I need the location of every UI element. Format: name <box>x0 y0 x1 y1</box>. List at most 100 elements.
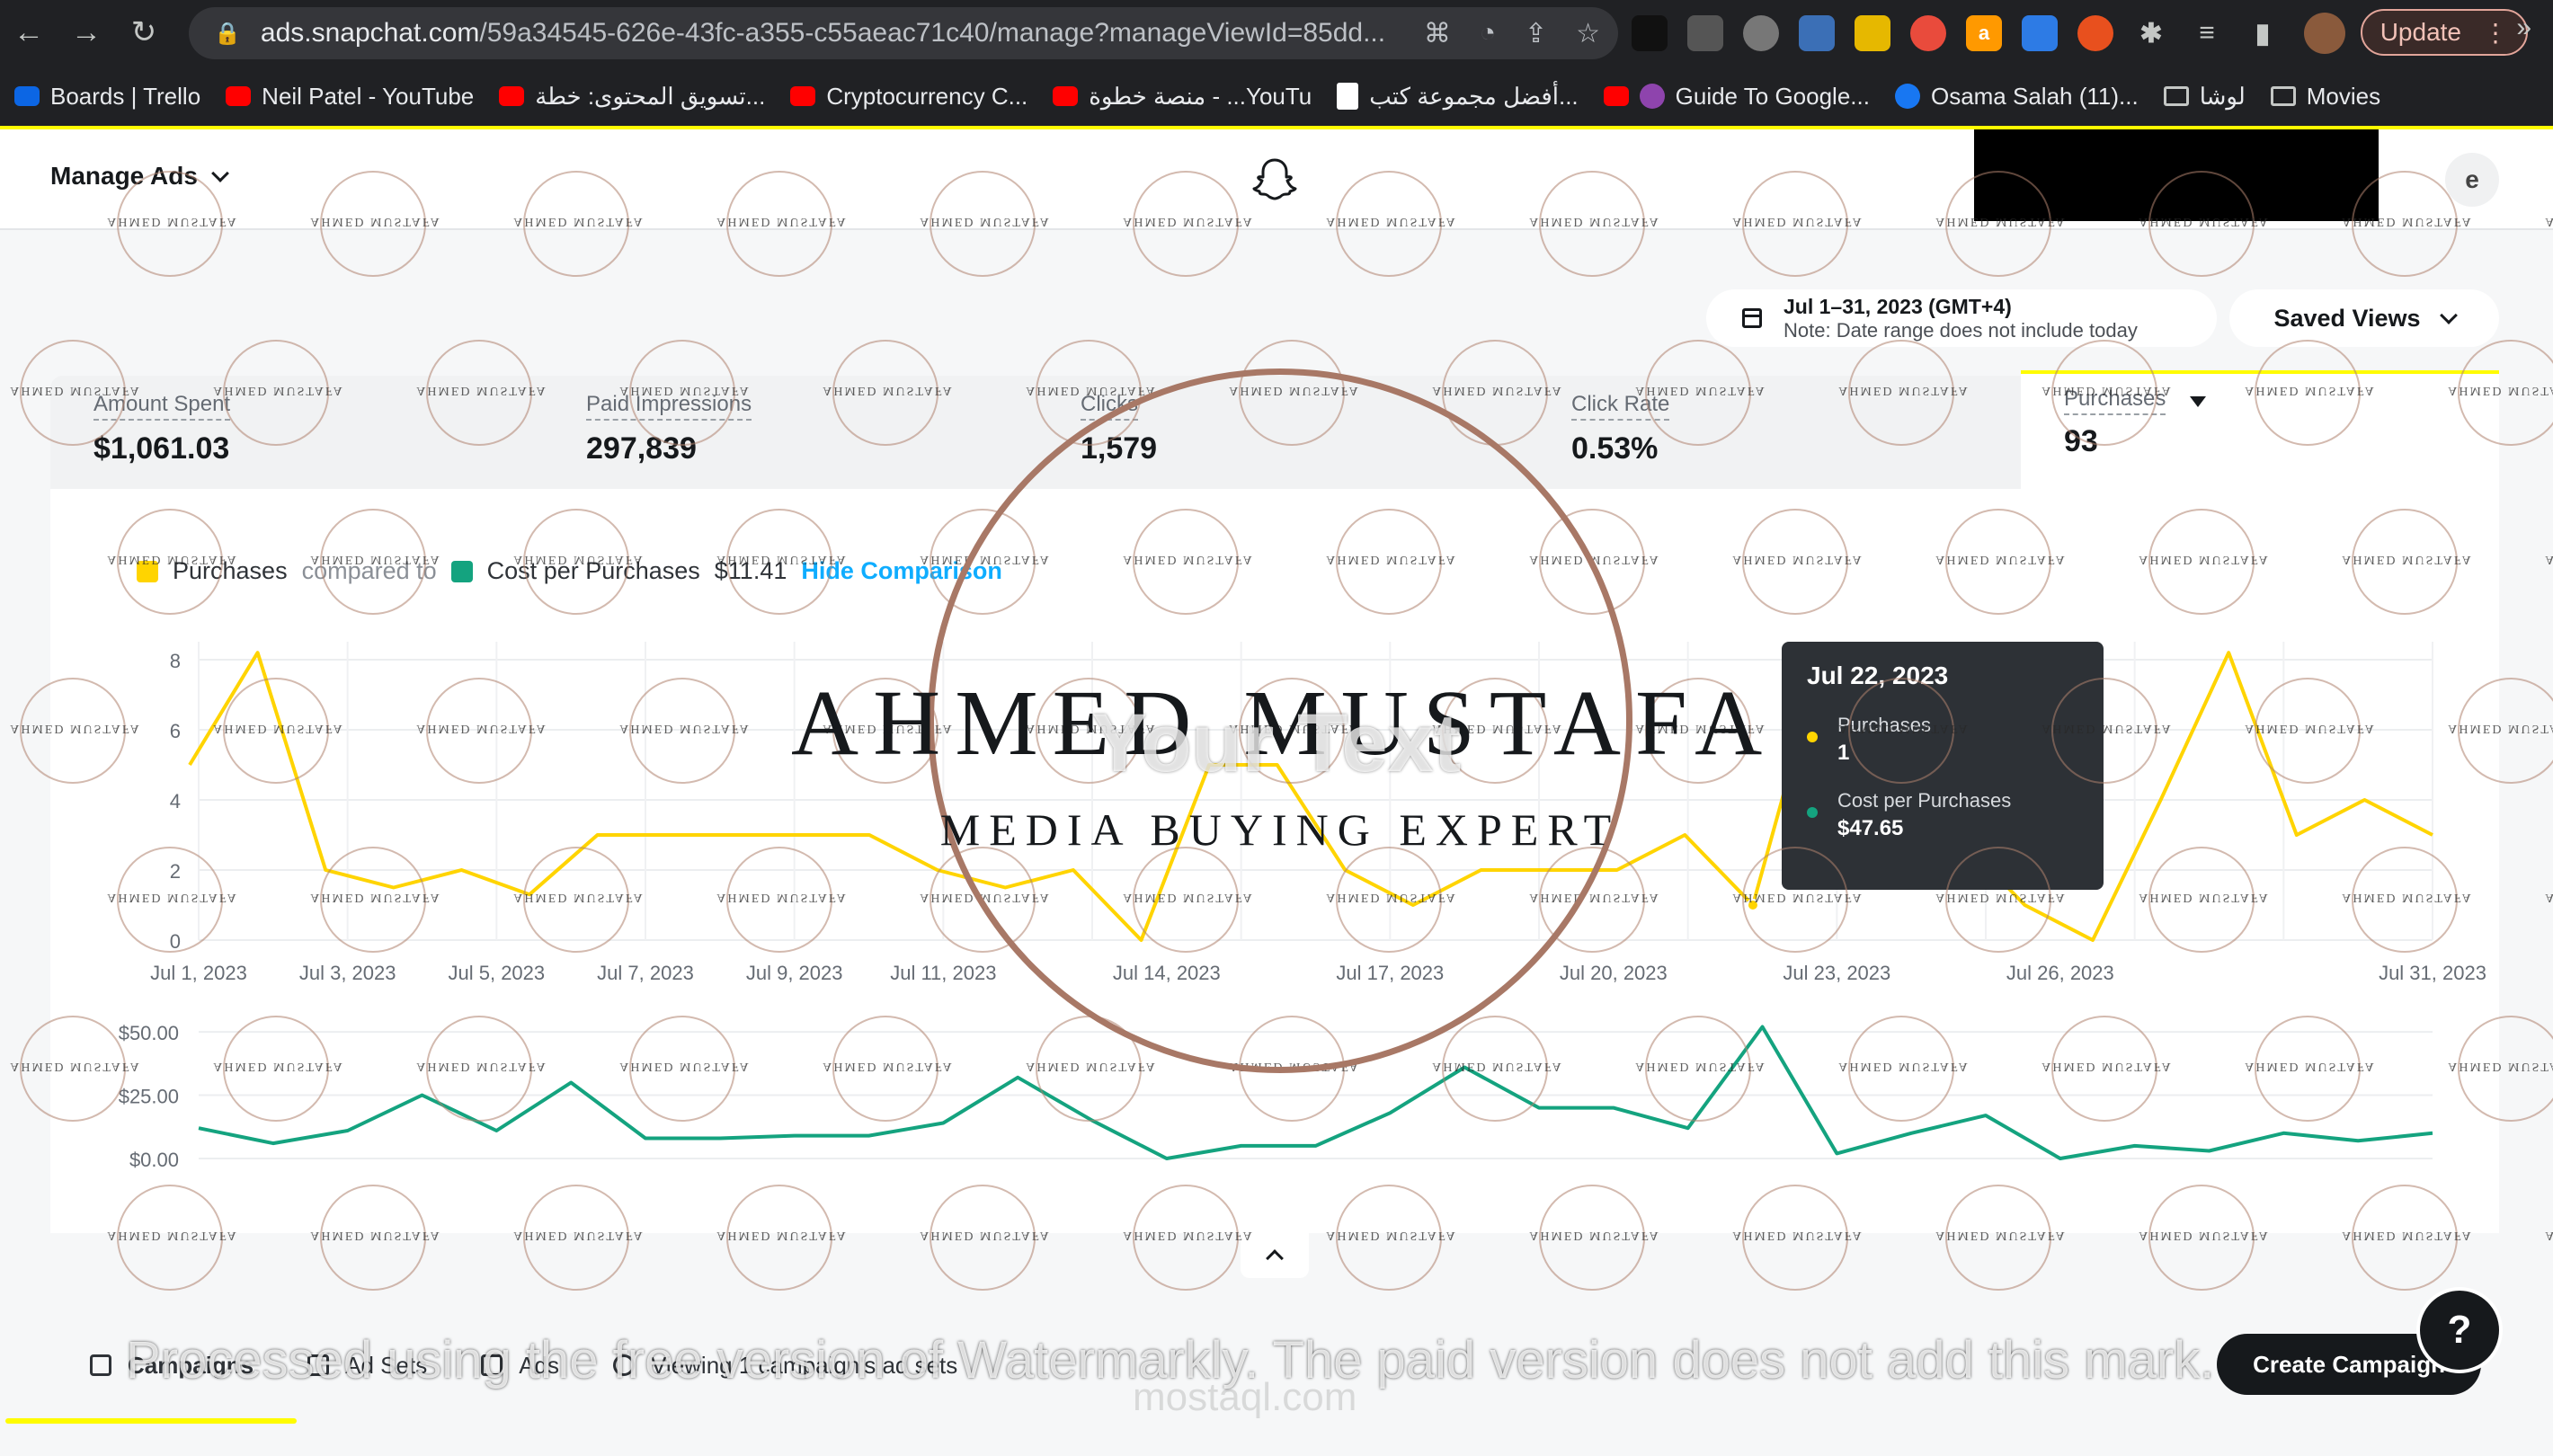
puzzle-icon[interactable]: ✱ <box>2133 15 2169 51</box>
back-icon[interactable]: ← <box>0 4 58 61</box>
youtube-icon <box>1053 86 1079 106</box>
performance-icon[interactable]: ◔ <box>1480 18 1496 49</box>
bookmark-item[interactable]: Neil Patel - YouTube <box>226 83 474 111</box>
tooltip-label: Purchases <box>1837 714 1931 736</box>
fire-extension-icon[interactable] <box>2077 15 2113 51</box>
metric-amount-spent[interactable]: Amount Spent $1,061.03 <box>93 392 231 466</box>
saved-views-dropdown[interactable]: Saved Views <box>2229 289 2499 347</box>
app-header: Manage Ads e <box>0 129 2553 230</box>
extension-icon[interactable] <box>2022 15 2058 51</box>
tab-ads[interactable]: Ads <box>481 1352 559 1380</box>
side-panel-icon[interactable]: ▮ <box>2245 15 2281 51</box>
page-title: Manage Ads <box>50 162 198 190</box>
metric-value: 93 <box>2064 424 2098 458</box>
u-icon <box>1639 84 1665 109</box>
bookmark-label: منصة خطوة - ...YouTu <box>1089 82 1312 110</box>
bookmark-item[interactable]: Cryptocurrency C... <box>790 83 1027 111</box>
cost-dot <box>1807 807 1818 818</box>
watermark-tile-text: AHMED MUSTAFA <box>2530 552 2553 566</box>
url-host: ads.snapchat.com <box>260 18 480 48</box>
bookmark-item[interactable]: منصة خطوة - ...YouTu <box>1053 83 1312 111</box>
x-tick-label: Jul 11, 2023 <box>890 962 996 984</box>
chevron-down-icon <box>2439 306 2458 324</box>
y-tick-label: 0 <box>170 930 181 953</box>
bookmark-label: Boards | Trello <box>50 82 201 110</box>
metric-paid-impressions[interactable]: Paid Impressions 297,839 <box>586 392 752 466</box>
bookmark-item[interactable]: Boards | Trello <box>14 83 200 111</box>
collapse-chart-button[interactable] <box>1241 1231 1309 1278</box>
bookmark-item[interactable]: Osama Salah (11)... <box>1894 83 2139 111</box>
performance-chart[interactable]: 0 2 4 6 8 Jul 1, 2023 Jul 3, 2023 Jul 5, 2023 Ju… <box>50 489 2499 1233</box>
extension-icon[interactable] <box>1855 15 1890 51</box>
media-queue-icon[interactable]: ≡ <box>2189 15 2225 51</box>
metric-value: $1,061.03 <box>93 431 230 466</box>
forward-icon[interactable]: → <box>58 4 115 61</box>
color-extension-icon[interactable] <box>1910 15 1946 51</box>
update-button[interactable]: Update ⋮ <box>2360 9 2528 56</box>
y-tick-label: 6 <box>170 720 181 742</box>
help-button[interactable]: ? <box>2416 1287 2503 1373</box>
x-tick-label: Jul 31, 2023 <box>2379 962 2486 984</box>
watermark-tile-text: AHMED MUSTAFA <box>2530 890 2553 904</box>
user-avatar[interactable]: e <box>2445 153 2499 207</box>
metric-label: Click Rate <box>1571 392 1670 421</box>
metric-label: Clicks <box>1081 392 1138 421</box>
purchases-dot <box>1807 732 1818 742</box>
lock-icon: 🔒 <box>214 21 241 46</box>
ad-icon <box>481 1354 503 1376</box>
folder-icon <box>2163 86 2189 106</box>
x-tick-label: Jul 20, 2023 <box>1560 962 1668 984</box>
trello-icon <box>14 86 40 106</box>
tab-ad-sets[interactable]: Ad Sets <box>307 1352 427 1380</box>
bookmark-folder[interactable]: Movies <box>2270 83 2380 111</box>
reload-icon[interactable]: ↻ <box>115 4 173 61</box>
translate-icon[interactable]: ⌘ <box>1424 18 1451 49</box>
info-icon <box>613 1354 636 1376</box>
y-tick-label: 8 <box>170 650 181 672</box>
metric-value: 1,579 <box>1081 431 1158 466</box>
x-tick-label: Jul 26, 2023 <box>2006 962 2114 984</box>
filter-status: Viewing 1 campaign's ad sets <box>613 1352 957 1380</box>
snapchat-ghost-icon[interactable] <box>1250 155 1300 205</box>
y-tick-label: $25.00 <box>119 1086 179 1108</box>
browser-chrome: ← → ↻ 🔒 ads.snapchat.com /59a34545-626e-… <box>0 0 2553 129</box>
extension-icon[interactable] <box>1632 15 1668 51</box>
url-path: /59a34545-626e-43fc-a355-c55aeac71c40/ma… <box>479 18 1386 48</box>
hover-point-marker <box>1746 899 1759 911</box>
layers-icon <box>307 1354 330 1376</box>
code-extension-icon[interactable] <box>1799 15 1835 51</box>
date-range-picker[interactable]: Jul 1–31, 2023 (GMT+4) Note: Date range … <box>1706 289 2217 347</box>
amazon-extension-icon[interactable]: a <box>1966 15 2002 51</box>
active-tab-underline <box>5 1418 297 1424</box>
tab-campaigns[interactable]: Campaigns <box>90 1352 254 1380</box>
date-range-note: Note: Date range does not include today <box>1784 318 2138 342</box>
x-tick-label: Jul 14, 2023 <box>1113 962 1221 984</box>
chart-panel: Purchases compared to Cost per Purchases… <box>50 489 2499 1233</box>
shield-extension-icon[interactable] <box>1687 15 1723 51</box>
metric-click-rate[interactable]: Click Rate 0.53% <box>1571 392 1670 466</box>
metrics-row: Amount Spent $1,061.03 Paid Impressions … <box>50 370 2499 494</box>
extension-icon[interactable] <box>1743 15 1779 51</box>
bookmark-item[interactable]: Guide To Google... <box>1603 83 1870 111</box>
y-tick-label: 2 <box>170 860 181 883</box>
share-icon[interactable]: ⇪ <box>1525 18 1547 49</box>
bookmark-star-icon[interactable]: ☆ <box>1576 18 1600 49</box>
date-range-text: Jul 1–31, 2023 (GMT+4) Note: Date range … <box>1784 295 2138 342</box>
caret-down-icon[interactable] <box>2189 395 2206 407</box>
manage-ads-menu[interactable]: Manage Ads <box>50 162 229 191</box>
bookmark-folder[interactable]: لوشا <box>2163 83 2246 111</box>
profile-avatar[interactable] <box>2304 13 2345 54</box>
bookmark-item[interactable]: أفضل مجموعة كتب... <box>1337 83 1579 111</box>
metric-purchases[interactable]: Purchases 93 <box>2021 370 2499 494</box>
address-bar[interactable]: 🔒 ads.snapchat.com /59a34545-626e-43fc-a… <box>189 7 1618 59</box>
metric-clicks[interactable]: Clicks 1,579 <box>1081 392 1157 466</box>
bookmark-item[interactable]: تسويق المحتوى: خطة... <box>499 83 765 111</box>
bookmark-label: Cryptocurrency C... <box>826 82 1028 110</box>
tab-label: Campaigns <box>128 1351 254 1379</box>
tooltip-row: Purchases 1 <box>1807 714 2078 766</box>
document-icon <box>1337 83 1359 110</box>
chevron-down-icon <box>210 164 229 182</box>
metric-value: 0.53% <box>1571 431 1659 466</box>
bookmarks-overflow-icon[interactable]: » <box>2516 13 2531 43</box>
y-tick-label: $0.00 <box>129 1149 179 1171</box>
